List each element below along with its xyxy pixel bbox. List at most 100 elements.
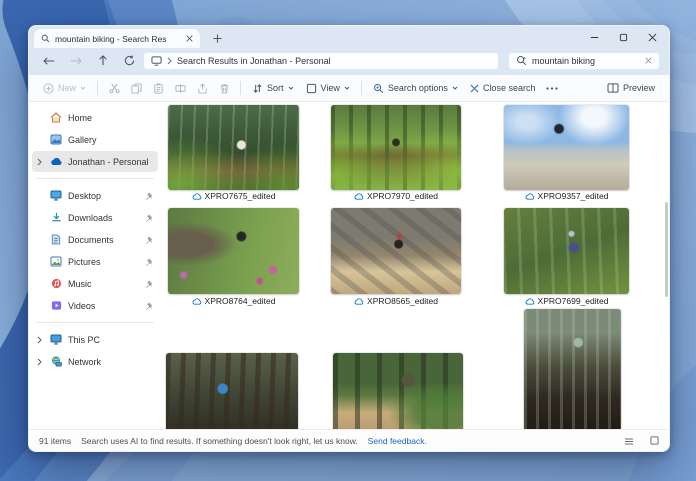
toolbar-separator bbox=[240, 81, 241, 95]
pin-icon bbox=[145, 302, 153, 310]
file-thumbnail[interactable] bbox=[168, 208, 299, 294]
sidebar-item-label: Jonathan - Personal bbox=[68, 157, 153, 167]
file-name: XPRO7699_edited bbox=[538, 296, 609, 306]
location-monitor-icon bbox=[151, 56, 162, 66]
cloud-status-icon bbox=[192, 193, 202, 200]
up-icon[interactable] bbox=[89, 51, 116, 71]
cut-icon[interactable] bbox=[103, 78, 125, 98]
sidebar-item-downloads[interactable]: Downloads bbox=[32, 207, 158, 228]
tab-search-results[interactable]: mountain biking - Search Res bbox=[34, 29, 200, 48]
details-view-icon[interactable] bbox=[624, 437, 634, 445]
close-search-label: Close search bbox=[483, 83, 536, 93]
sidebar-item-videos[interactable]: Videos bbox=[32, 295, 158, 316]
file-thumbnail[interactable] bbox=[331, 208, 461, 294]
tab-bar: mountain biking - Search Res bbox=[29, 26, 669, 48]
sidebar-item-network[interactable]: Network bbox=[32, 351, 158, 372]
sort-button[interactable]: Sort bbox=[246, 78, 300, 98]
sidebar-item-onedrive-personal[interactable]: Jonathan - Personal bbox=[32, 151, 158, 172]
file-thumbnail[interactable] bbox=[331, 105, 461, 190]
ai-search-icon bbox=[516, 55, 527, 66]
address-bar[interactable]: Search Results in Jonathan - Personal bbox=[143, 52, 499, 70]
maximize-button[interactable] bbox=[609, 27, 638, 48]
see-more-icon[interactable] bbox=[541, 78, 563, 98]
preview-button[interactable]: Preview bbox=[601, 78, 661, 98]
file-thumbnail[interactable] bbox=[168, 105, 299, 190]
file-label[interactable]: XPRO8565_edited bbox=[331, 295, 461, 307]
pin-icon bbox=[145, 192, 153, 200]
chevron-right-icon[interactable] bbox=[35, 336, 44, 344]
send-feedback-link[interactable]: Send feedback. bbox=[368, 436, 427, 446]
sidebar-item-label: Home bbox=[68, 113, 153, 123]
sidebar-item-label: Documents bbox=[68, 235, 140, 245]
file-thumbnail[interactable] bbox=[524, 309, 621, 429]
downloads-icon bbox=[49, 212, 63, 223]
file-label[interactable]: XPRO7970_edited bbox=[331, 190, 461, 202]
sidebar-item-label: Downloads bbox=[68, 213, 140, 223]
chevron-right-icon[interactable] bbox=[35, 358, 44, 366]
file-label[interactable]: XPRO7675_edited bbox=[168, 190, 299, 202]
share-icon[interactable] bbox=[191, 78, 213, 98]
file-thumbnail[interactable] bbox=[504, 105, 629, 190]
status-bar: 91 items Search uses AI to find results.… bbox=[29, 429, 669, 451]
cloud-status-icon bbox=[354, 193, 364, 200]
thumbnail-view-icon[interactable] bbox=[650, 436, 659, 445]
sidebar-item-gallery[interactable]: Gallery bbox=[32, 129, 158, 150]
file-label[interactable]: XPRO8764_edited bbox=[168, 295, 299, 307]
sidebar-item-home[interactable]: Home bbox=[32, 107, 158, 128]
file-label[interactable]: XPRO7699_edited bbox=[504, 295, 629, 307]
search-options-label: Search options bbox=[388, 83, 448, 93]
tab-title: mountain biking - Search Res bbox=[55, 34, 181, 44]
close-button[interactable] bbox=[638, 27, 667, 48]
new-button[interactable]: New bbox=[37, 78, 92, 98]
documents-icon bbox=[49, 234, 63, 245]
sidebar-divider bbox=[36, 322, 154, 323]
sidebar-item-pictures[interactable]: Pictures bbox=[32, 251, 158, 272]
navigation-pane: Home Gallery Jonathan - Pe bbox=[29, 102, 161, 429]
sidebar-item-label: Videos bbox=[68, 301, 140, 311]
file-thumbnail[interactable] bbox=[504, 208, 629, 294]
sidebar-item-desktop[interactable]: Desktop bbox=[32, 185, 158, 206]
rename-icon[interactable] bbox=[169, 78, 191, 98]
file-name: XPRO8565_edited bbox=[367, 296, 438, 306]
desktop-icon bbox=[49, 190, 63, 201]
search-query[interactable]: mountain biking bbox=[532, 56, 640, 66]
tab-close-icon[interactable] bbox=[186, 35, 193, 42]
search-options-button[interactable]: Search options bbox=[367, 78, 464, 98]
chevron-right-icon[interactable] bbox=[35, 158, 44, 166]
toolbar-separator bbox=[97, 81, 98, 95]
sidebar-item-documents[interactable]: Documents bbox=[32, 229, 158, 250]
sidebar-item-this-pc[interactable]: This PC bbox=[32, 329, 158, 350]
back-icon[interactable] bbox=[35, 51, 62, 71]
minimize-button[interactable] bbox=[580, 27, 609, 48]
file-name: XPRO7675_edited bbox=[205, 191, 276, 201]
clear-search-icon[interactable] bbox=[645, 57, 652, 64]
forward-icon[interactable] bbox=[62, 51, 89, 71]
music-icon bbox=[49, 278, 63, 289]
view-button[interactable]: View bbox=[300, 78, 356, 98]
pin-icon bbox=[145, 258, 153, 266]
network-icon bbox=[49, 356, 63, 367]
breadcrumb: Search Results in Jonathan - Personal bbox=[177, 56, 331, 66]
item-count: 91 items bbox=[39, 436, 71, 446]
file-thumbnail[interactable] bbox=[333, 353, 463, 429]
file-label[interactable]: XPRO9357_edited bbox=[504, 190, 629, 202]
new-tab-button[interactable] bbox=[208, 29, 226, 47]
paste-icon[interactable] bbox=[147, 78, 169, 98]
search-results-grid: XPRO7675_edited XPRO7970_edited XPRO9357… bbox=[161, 102, 669, 429]
vertical-scrollbar[interactable] bbox=[665, 202, 668, 297]
close-search-button[interactable]: Close search bbox=[464, 78, 542, 98]
this-pc-icon bbox=[49, 334, 63, 345]
search-box[interactable]: mountain biking bbox=[508, 52, 660, 70]
view-button-label: View bbox=[321, 83, 340, 93]
cloud-status-icon bbox=[354, 298, 364, 305]
refresh-icon[interactable] bbox=[116, 51, 143, 71]
new-button-label: New bbox=[58, 83, 76, 93]
delete-icon[interactable] bbox=[213, 78, 235, 98]
copy-icon[interactable] bbox=[125, 78, 147, 98]
navigation-bar: Search Results in Jonathan - Personal mo… bbox=[29, 48, 669, 75]
videos-icon bbox=[49, 300, 63, 311]
sidebar-item-music[interactable]: Music bbox=[32, 273, 158, 294]
sidebar-divider bbox=[36, 178, 154, 179]
file-thumbnail[interactable] bbox=[166, 353, 298, 429]
pin-icon bbox=[145, 236, 153, 244]
